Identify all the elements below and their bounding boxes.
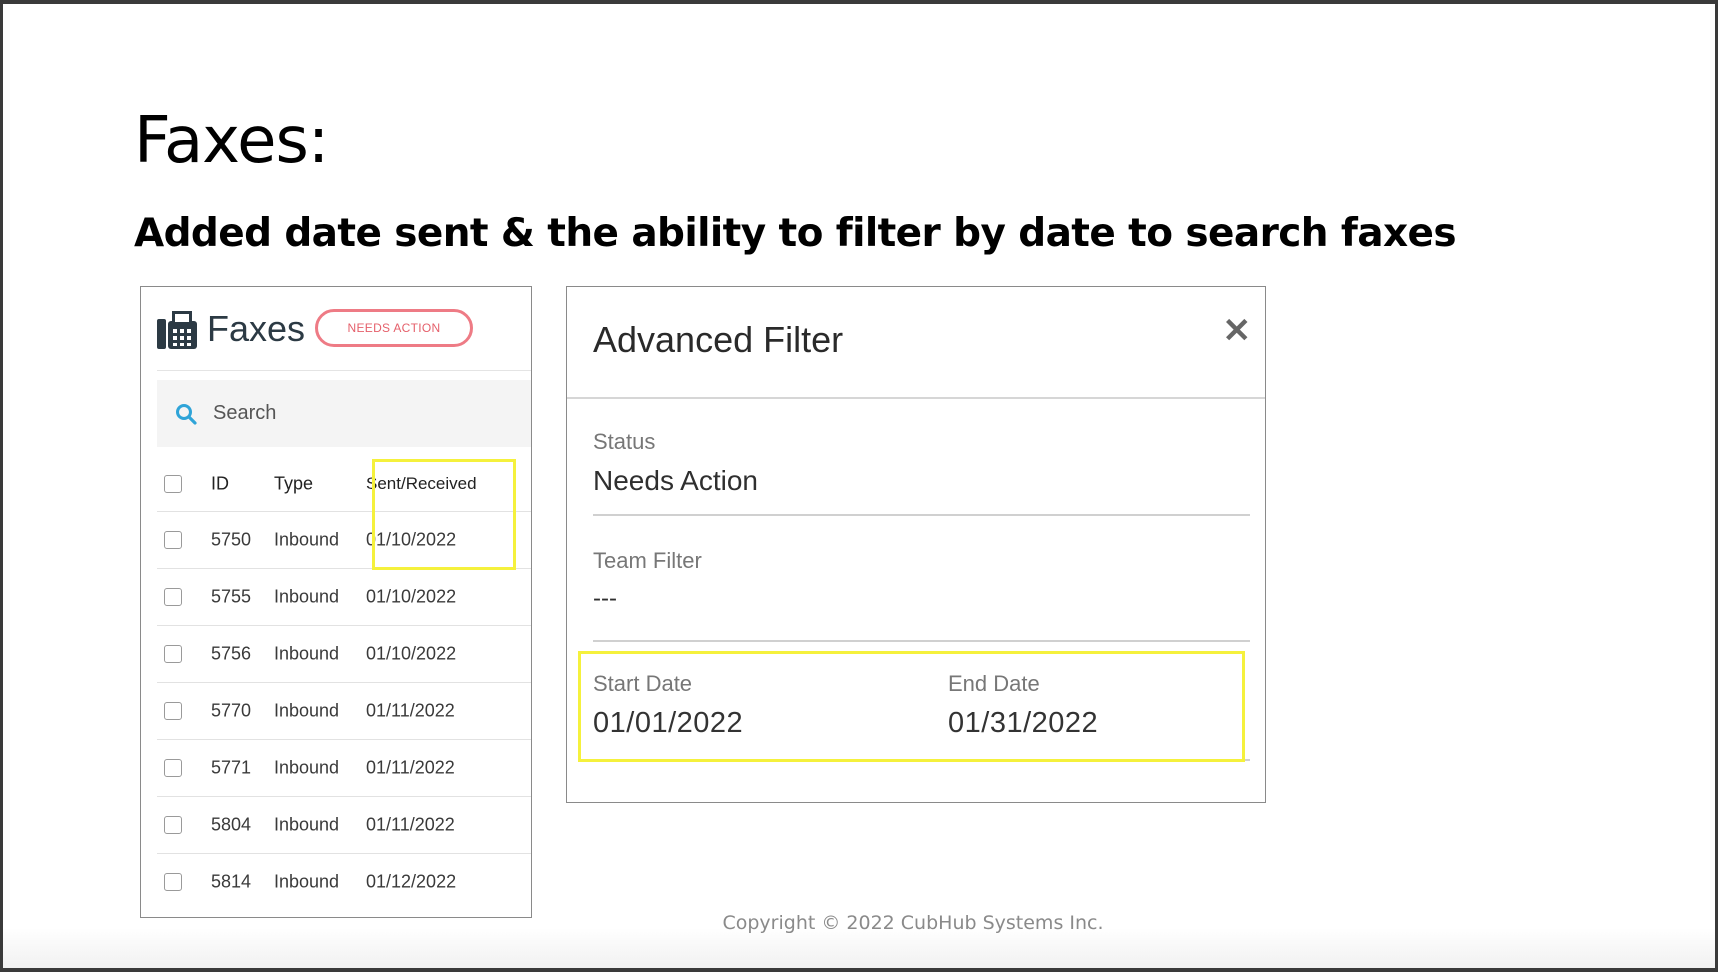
footer-copyright: Copyright © 2022 CubHub Systems Inc.: [722, 912, 1104, 934]
slide-fade: [3, 928, 1715, 968]
cell-id: 5771: [211, 757, 252, 778]
cell-type: Inbound: [274, 529, 340, 550]
cell-date: 01/11/2022: [366, 757, 455, 778]
cell-type: Inbound: [274, 643, 340, 664]
cell-type: Inbound: [274, 700, 340, 721]
cell-date: 01/10/2022: [366, 643, 457, 664]
table-row[interactable]: 5804 Inbound 01/11/2022: [157, 797, 531, 854]
column-header-id[interactable]: ID: [211, 474, 229, 495]
cell-date: 01/10/2022: [366, 586, 457, 607]
cell-type: Inbound: [274, 586, 340, 607]
cell-id: 5814: [211, 871, 252, 892]
table-row[interactable]: 5771 Inbound 01/11/2022: [157, 740, 531, 797]
faxes-header: Faxes: [157, 307, 305, 351]
status-select[interactable]: Needs Action: [593, 465, 758, 497]
cell-date: 01/12/2022: [366, 871, 457, 892]
cell-id: 5770: [211, 700, 252, 721]
search-bar[interactable]: Search: [157, 380, 531, 447]
filter-title: Advanced Filter: [593, 319, 844, 360]
cell-type: Inbound: [274, 814, 340, 835]
cell-type: Inbound: [274, 871, 340, 892]
cell-date: 01/11/2022: [366, 814, 455, 835]
date-range-highlight: [578, 651, 1245, 762]
slide-title: Faxes:: [134, 104, 329, 178]
status-underline: [593, 514, 1250, 516]
cell-type: Inbound: [274, 757, 340, 778]
table-row[interactable]: 5814 Inbound 01/12/2022: [157, 854, 531, 910]
search-icon: [176, 403, 197, 425]
faxes-panel: Faxes NEEDS ACTION Search ID Type Sent/R…: [140, 286, 532, 918]
table-row[interactable]: 5770 Inbound 01/11/2022: [157, 683, 531, 740]
status-label: Status: [593, 429, 656, 454]
needs-action-badge[interactable]: NEEDS ACTION: [315, 309, 473, 347]
row-checkbox[interactable]: [164, 702, 182, 720]
slide-subtitle: Added date sent & the ability to filter …: [134, 211, 1457, 256]
row-checkbox[interactable]: [164, 873, 182, 891]
faxes-title: Faxes: [207, 308, 306, 349]
row-checkbox[interactable]: [164, 531, 182, 549]
team-filter-label: Team Filter: [593, 548, 702, 573]
cell-id: 5804: [211, 814, 252, 835]
select-all-checkbox[interactable]: [164, 475, 182, 493]
table-row[interactable]: 5756 Inbound 01/10/2022: [157, 626, 531, 683]
cell-date: 01/11/2022: [366, 700, 455, 721]
cell-id: 5755: [211, 586, 252, 607]
row-checkbox[interactable]: [164, 588, 182, 606]
cell-id: 5750: [211, 529, 252, 550]
slide: Faxes: Added date sent & the ability to …: [3, 4, 1715, 968]
divider: [567, 397, 1265, 399]
fax-icon: [157, 311, 197, 349]
team-filter-select[interactable]: ---: [593, 585, 617, 613]
cell-id: 5756: [211, 643, 252, 664]
close-icon[interactable]: ✕: [1223, 314, 1252, 348]
team-filter-underline: [593, 640, 1250, 642]
row-checkbox[interactable]: [164, 816, 182, 834]
search-input[interactable]: Search: [213, 402, 276, 425]
row-checkbox[interactable]: [164, 759, 182, 777]
row-checkbox[interactable]: [164, 645, 182, 663]
table-row[interactable]: 5755 Inbound 01/10/2022: [157, 569, 531, 626]
advanced-filter-panel: Advanced Filter ✕ Status Needs Action Te…: [566, 286, 1266, 803]
column-header-type[interactable]: Type: [274, 474, 313, 495]
sent-received-highlight: [372, 459, 516, 570]
divider: [157, 370, 531, 371]
